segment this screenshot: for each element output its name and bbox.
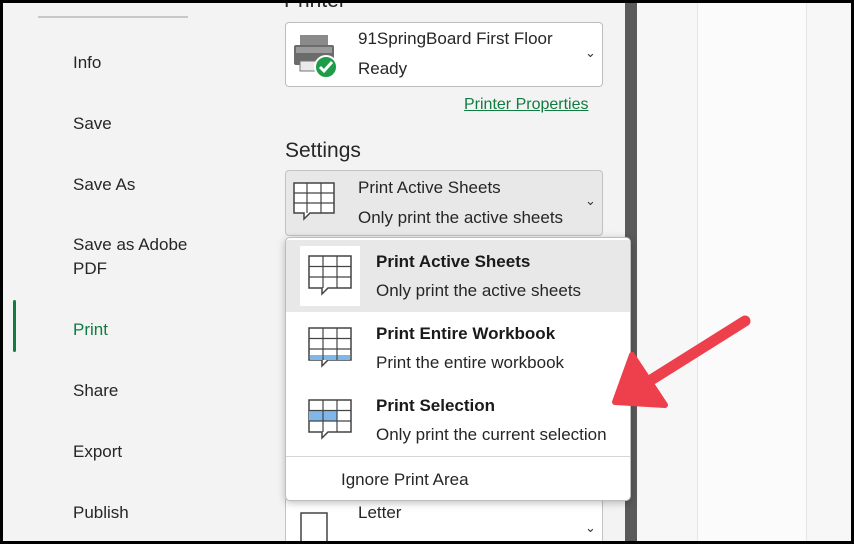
annotation-arrow-icon bbox=[612, 315, 751, 408]
excel-backstage: Info Save Save As Save as Adobe PDF Prin… bbox=[3, 3, 851, 541]
